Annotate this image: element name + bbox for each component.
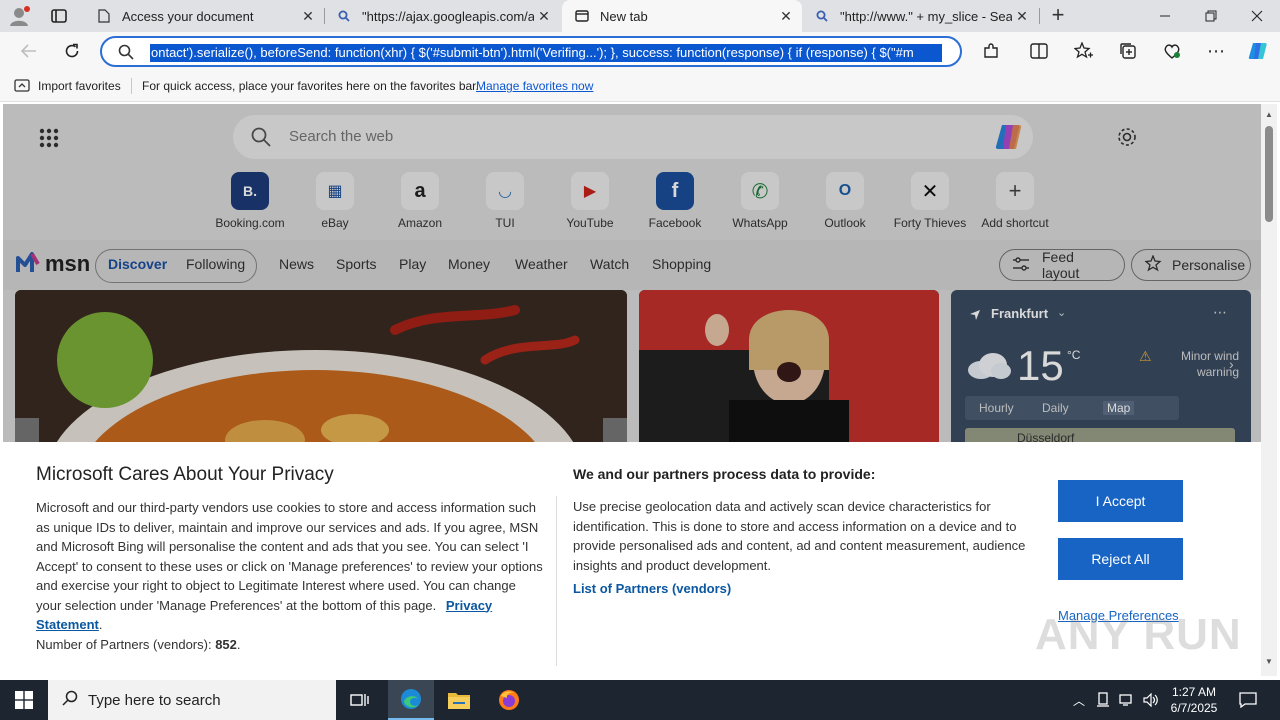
privacy-divider	[556, 496, 557, 666]
browser-essentials-icon[interactable]	[1157, 36, 1187, 66]
settings-more-icon[interactable]: ⋯	[1201, 36, 1231, 66]
page-overlay	[3, 104, 1261, 442]
favorites-separator	[131, 78, 132, 94]
volume-icon[interactable]	[1140, 680, 1162, 720]
close-tab-icon[interactable]: ✕	[298, 8, 318, 25]
anyrun-watermark: ANY RUN	[1035, 610, 1242, 659]
search-icon	[814, 8, 830, 24]
minimize-button[interactable]	[1142, 0, 1188, 32]
restore-button[interactable]	[1188, 0, 1234, 32]
clock-time: 1:27 AM	[1171, 685, 1217, 699]
edge-taskbar-icon[interactable]	[388, 680, 434, 720]
partners-count: 852	[215, 636, 237, 652]
privacy-consent-banner: Microsoft Cares About Your Privacy Micro…	[3, 442, 1261, 676]
import-favorites-icon	[14, 78, 30, 96]
search-icon	[62, 690, 78, 710]
scroll-up-icon[interactable]: ▲	[1265, 110, 1273, 119]
tab-strip: Access your document ✕ "https://ajax.goo…	[0, 0, 1280, 32]
refresh-button[interactable]	[57, 36, 87, 66]
notifications-icon[interactable]	[1228, 680, 1268, 720]
profile-avatar[interactable]	[8, 5, 32, 27]
document-icon	[96, 8, 112, 24]
file-explorer-icon[interactable]	[436, 680, 482, 720]
tab-actions-icon[interactable]	[48, 6, 70, 26]
list-of-partners-link[interactable]: List of Partners (vendors)	[573, 581, 731, 596]
privacy-title: Microsoft Cares About Your Privacy	[36, 464, 334, 485]
tab-label: Access your document	[122, 8, 254, 24]
tab-http-search[interactable]: "http://www." + my_slice - Searc ✕	[802, 0, 1038, 32]
favorites-bar-message: For quick access, place your favorites h…	[142, 79, 479, 93]
newtab-icon	[574, 8, 590, 24]
windows-taskbar: Type here to search ︿ 1:27 AM 6/7/2025	[0, 680, 1280, 720]
close-tab-icon[interactable]: ✕	[776, 8, 796, 25]
taskbar-search-placeholder: Type here to search	[88, 691, 221, 709]
import-favorites-button[interactable]: Import favorites	[38, 79, 121, 93]
new-tab-button[interactable]: +	[1046, 4, 1070, 27]
taskbar-search-box[interactable]: Type here to search	[48, 680, 336, 720]
process-title: We and our partners process data to prov…	[573, 466, 876, 482]
tab-ajax-search[interactable]: "https://ajax.googleapis.com/aja ✕	[324, 0, 560, 32]
search-icon	[118, 44, 134, 65]
address-url-text[interactable]: ontact').serialize(), beforeSend: functi…	[150, 44, 942, 62]
extensions-icon[interactable]	[976, 36, 1006, 66]
scroll-down-icon[interactable]: ▼	[1265, 657, 1273, 666]
firefox-icon[interactable]	[486, 680, 532, 720]
partners-count-label: Number of Partners (vendors):	[36, 636, 212, 652]
back-button[interactable]	[14, 36, 44, 66]
split-screen-icon[interactable]	[1024, 36, 1054, 66]
tab-label: New tab	[600, 8, 648, 24]
show-hidden-icons[interactable]: ︿	[1068, 680, 1090, 720]
clock[interactable]: 1:27 AM 6/7/2025	[1166, 680, 1222, 720]
task-view-icon[interactable]	[340, 680, 380, 720]
collections-icon[interactable]	[1113, 36, 1143, 66]
privacy-body-text: Microsoft and our third-party vendors us…	[36, 500, 543, 613]
clock-date: 6/7/2025	[1170, 701, 1218, 715]
close-tab-icon[interactable]: ✕	[1012, 8, 1032, 25]
tab-separator	[1039, 8, 1040, 24]
tab-label: "http://www." + my_slice - Searc	[840, 8, 1012, 24]
page-scrollbar[interactable]: ▲ ▼	[1261, 104, 1277, 676]
tab-access-document[interactable]: Access your document ✕	[84, 0, 324, 32]
close-window-button[interactable]	[1234, 0, 1280, 32]
copilot-icon[interactable]	[1243, 36, 1273, 66]
tab-new-tab[interactable]: New tab ✕	[562, 0, 802, 32]
tab-label: "https://ajax.googleapis.com/aja	[362, 8, 534, 24]
address-bar[interactable]: ontact').serialize(), beforeSend: functi…	[100, 36, 962, 67]
browser-toolbar: ontact').serialize(), beforeSend: functi…	[0, 32, 1280, 70]
device-icon[interactable]	[1092, 680, 1114, 720]
favorites-icon[interactable]	[1069, 36, 1099, 66]
reject-all-button[interactable]: Reject All	[1058, 538, 1183, 580]
close-tab-icon[interactable]: ✕	[534, 8, 554, 25]
manage-favorites-link[interactable]: Manage favorites now	[476, 79, 593, 93]
favorites-bar: Import favorites For quick access, place…	[0, 70, 1280, 102]
process-body: Use precise geolocation data and activel…	[573, 499, 1026, 573]
network-icon[interactable]	[1116, 680, 1138, 720]
scrollbar-thumb[interactable]	[1265, 126, 1273, 222]
search-icon	[336, 8, 352, 24]
accept-button[interactable]: I Accept	[1058, 480, 1183, 522]
privacy-body: Microsoft and our third-party vendors us…	[36, 500, 543, 652]
start-button[interactable]	[0, 680, 48, 720]
